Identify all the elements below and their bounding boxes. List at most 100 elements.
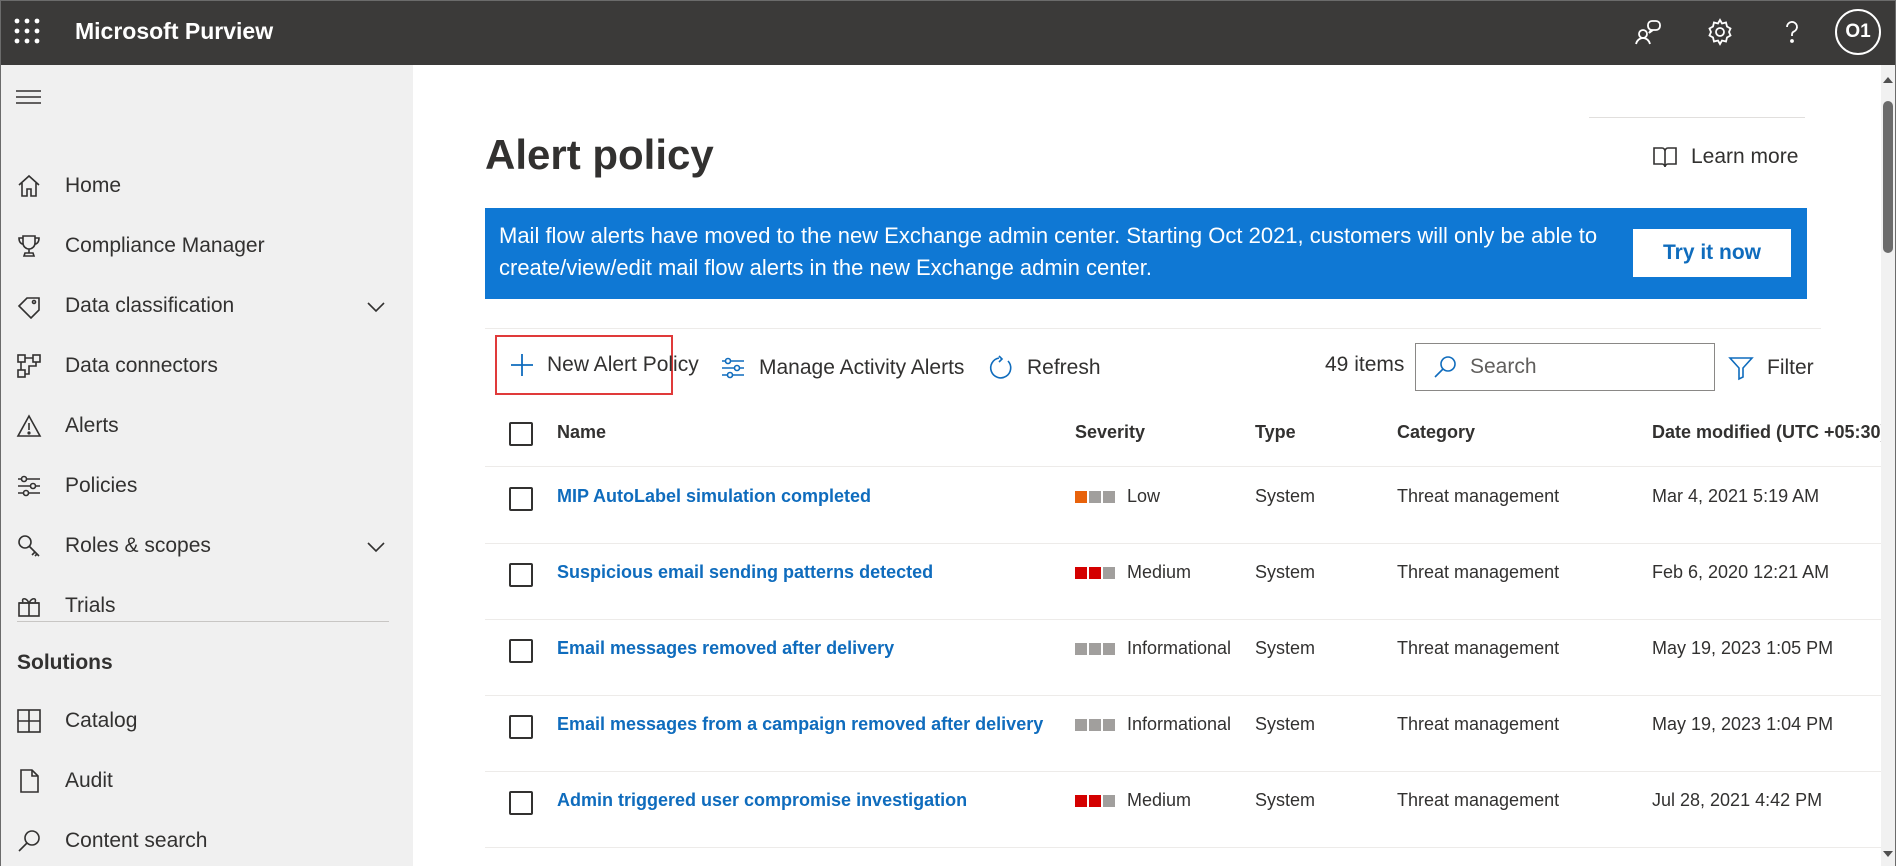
- vertical-scrollbar[interactable]: [1881, 65, 1895, 866]
- search-field[interactable]: [1470, 355, 1710, 379]
- row-checkbox[interactable]: [509, 715, 533, 739]
- column-header-type[interactable]: Type: [1255, 422, 1296, 443]
- sidebar-item-home[interactable]: Home: [1, 158, 413, 214]
- severity-indicator: Informational: [1075, 638, 1231, 659]
- date-cell: Feb 6, 2020 12:21 AM: [1652, 562, 1830, 582]
- filter-label: Filter: [1767, 356, 1814, 379]
- sidebar-section-solutions: Solutions: [17, 651, 113, 674]
- severity-indicator: Medium: [1075, 790, 1191, 811]
- tag-icon: [15, 292, 43, 320]
- sidebar-item-policies[interactable]: Policies: [1, 458, 413, 514]
- type-cell: System: [1255, 486, 1316, 506]
- type-cell: System: [1255, 562, 1316, 582]
- app-title[interactable]: Microsoft Purview: [75, 18, 273, 45]
- info-banner: Mail flow alerts have moved to the new E…: [485, 208, 1807, 299]
- column-header-date-modified[interactable]: Date modified (UTC +05:30): [1652, 422, 1887, 443]
- page-title: Alert policy: [485, 131, 714, 178]
- policy-name-link[interactable]: Suspicious email sending patterns detect…: [557, 562, 933, 583]
- severity-indicator: Medium: [1075, 562, 1191, 583]
- help-icon[interactable]: [1775, 15, 1809, 49]
- app-launcher-icon[interactable]: [13, 17, 41, 45]
- severity-indicator: Low: [1075, 486, 1160, 507]
- policy-name-link[interactable]: Admin triggered user compromise investig…: [557, 790, 967, 811]
- type-cell: System: [1255, 638, 1316, 658]
- search-input[interactable]: [1415, 343, 1715, 391]
- row-checkbox[interactable]: [509, 487, 533, 511]
- try-it-now-button[interactable]: Try it now: [1633, 229, 1791, 277]
- severity-label: Low: [1127, 486, 1161, 506]
- category-cell: Threat management: [1397, 486, 1560, 506]
- severity-indicator: Informational: [1075, 714, 1231, 735]
- sidebar-item-data-classification[interactable]: Data classification: [1, 278, 413, 334]
- severity-bar: [1075, 642, 1087, 655]
- row-checkbox[interactable]: [509, 791, 533, 815]
- severity-bar: [1075, 794, 1087, 807]
- sidebar-item-label: Policies: [65, 474, 138, 497]
- refresh-label: Refresh: [1027, 356, 1101, 379]
- refresh-button[interactable]: Refresh: [987, 340, 1101, 396]
- manage-activity-alerts-label: Manage Activity Alerts: [759, 356, 965, 379]
- date-cell: May 19, 2023 1:04 PM: [1652, 714, 1834, 734]
- sidebar-item-label: Catalog: [65, 709, 138, 732]
- settings-icon[interactable]: [1703, 15, 1737, 49]
- sidebar-item-data-connectors[interactable]: Data connectors: [1, 338, 413, 394]
- severity-bar: [1103, 490, 1115, 503]
- filter-button[interactable]: Filter: [1727, 340, 1814, 396]
- hamburger-menu-icon[interactable]: [15, 87, 43, 107]
- severity-bar: [1075, 718, 1087, 731]
- sidebar-item-roles-scopes[interactable]: Roles & scopes: [1, 518, 413, 574]
- sidebar-item-label: Home: [65, 174, 122, 197]
- gift-icon: [15, 592, 43, 620]
- severity-bar: [1075, 490, 1087, 503]
- sidebar-item-audit[interactable]: Audit: [1, 753, 413, 809]
- manage-activity-alerts-button[interactable]: Manage Activity Alerts: [719, 340, 964, 396]
- severity-bar: [1089, 794, 1101, 807]
- row-checkbox[interactable]: [509, 639, 533, 663]
- date-cell: Mar 4, 2021 5:19 AM: [1652, 486, 1820, 506]
- column-header-severity[interactable]: Severity: [1075, 422, 1145, 443]
- add-icon: [509, 351, 535, 379]
- sidebar-item-label: Roles & scopes: [65, 534, 211, 557]
- scroll-down-icon[interactable]: [1882, 847, 1894, 859]
- chevron-down-icon[interactable]: [365, 296, 387, 318]
- row-checkbox[interactable]: [509, 563, 533, 587]
- book-icon: [1651, 143, 1679, 171]
- sidebar-item-label: Alerts: [65, 414, 119, 437]
- scroll-thumb[interactable]: [1883, 101, 1893, 253]
- sidebar-item-label: Audit: [65, 769, 113, 792]
- chevron-down-icon[interactable]: [365, 536, 387, 558]
- severity-label: Informational: [1127, 714, 1232, 734]
- category-cell: Threat management: [1397, 790, 1560, 810]
- toolbar-divider: [485, 328, 1821, 329]
- policy-name-link[interactable]: Email messages removed after delivery: [557, 638, 894, 659]
- select-all-checkbox[interactable]: [509, 422, 533, 446]
- learn-more-link[interactable]: Learn more: [1651, 143, 1798, 171]
- type-cell: System: [1255, 714, 1316, 734]
- sidebar-item-compliance-manager[interactable]: Compliance Manager: [1, 218, 413, 274]
- sidebar-item-alerts[interactable]: Alerts: [1, 398, 413, 454]
- row-divider: [485, 771, 1883, 772]
- policy-name-link[interactable]: MIP AutoLabel simulation completed: [557, 486, 871, 507]
- column-header-category[interactable]: Category: [1397, 422, 1475, 443]
- policy-name-link[interactable]: Email messages from a campaign removed a…: [557, 714, 1043, 735]
- warning-icon: [15, 412, 43, 440]
- sidebar-item-label: Content search: [65, 829, 208, 852]
- sidebar-item-catalog[interactable]: Catalog: [1, 693, 413, 749]
- connector-icon: [15, 352, 43, 380]
- sidebar-item-content-search[interactable]: Content search: [1, 813, 413, 866]
- severity-bar: [1103, 718, 1115, 731]
- row-divider: [485, 466, 1883, 467]
- new-alert-policy-label: New Alert Policy: [547, 353, 699, 376]
- new-alert-policy-button[interactable]: New Alert Policy: [495, 335, 699, 395]
- sidebar-item-trials[interactable]: Trials: [1, 578, 413, 634]
- community-icon[interactable]: [1631, 15, 1665, 49]
- scroll-up-icon[interactable]: [1882, 73, 1894, 85]
- row-divider: [485, 543, 1883, 544]
- sidebar: Home Compliance Manager Data classificat…: [1, 65, 413, 866]
- avatar[interactable]: O1: [1835, 9, 1881, 55]
- refresh-icon: [987, 354, 1015, 382]
- column-header-name[interactable]: Name: [557, 422, 606, 443]
- sidebar-item-label: Trials: [65, 594, 116, 617]
- header-divider: [1589, 117, 1805, 118]
- sidebar-item-label: Data classification: [65, 294, 235, 317]
